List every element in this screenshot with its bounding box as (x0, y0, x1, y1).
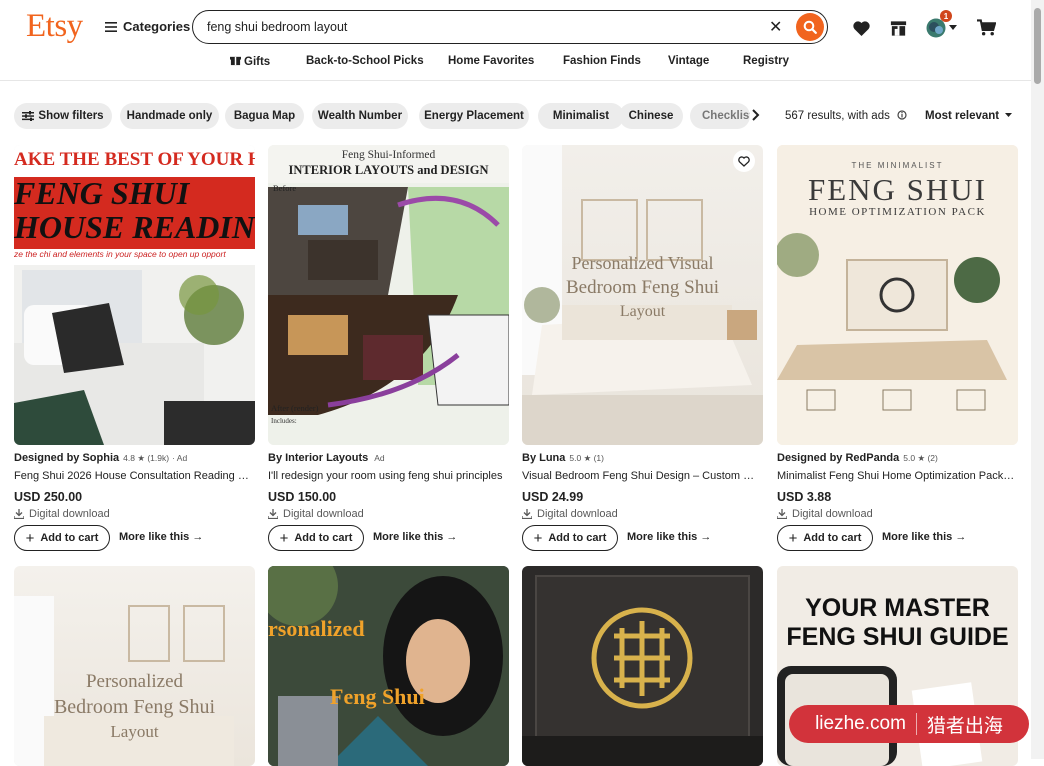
digital-download-label: Digital download (777, 508, 873, 520)
gift-icon (230, 56, 241, 66)
add-to-cart-button[interactable]: + Add to cart (14, 525, 110, 551)
scrollbar-thumb[interactable] (1034, 8, 1041, 84)
more-like-this-link[interactable]: More like this → (627, 531, 711, 543)
search-icon (803, 20, 817, 34)
listing-image[interactable] (522, 566, 763, 766)
sliders-icon (22, 111, 35, 121)
more-like-this-link[interactable]: More like this → (119, 531, 203, 543)
nav-fashion-finds[interactable]: Fashion Finds (563, 55, 641, 67)
listing-card[interactable]: AKE THE BEST OF YOUR HO FENG SHUI HOUSE … (14, 145, 255, 551)
show-filters-button[interactable]: Show filters (14, 103, 112, 129)
search-input[interactable]: feng shui bedroom layout (207, 20, 347, 34)
listing-title[interactable]: Feng Shui 2026 House Consultation Readin… (14, 470, 254, 482)
nav-vintage[interactable]: Vintage (668, 55, 709, 67)
chip-wealth-number[interactable]: Wealth Number (312, 103, 408, 129)
results-count: 567 results, with ads (785, 110, 907, 122)
menu-icon (105, 21, 117, 32)
listing-card[interactable] (522, 566, 763, 766)
listing-card[interactable]: Personalized Visual Bedroom Feng Shui La… (522, 145, 763, 551)
chip-minimalist[interactable]: Minimalist (538, 103, 624, 129)
etsy-logo[interactable]: Etsy (26, 8, 83, 45)
listing-price: USD 150.00 (268, 490, 337, 504)
nav-back-to-school[interactable]: Back-to-School Picks (306, 55, 424, 67)
search-button[interactable] (796, 13, 824, 41)
download-icon (777, 509, 787, 519)
listing-image[interactable]: Feng Shui-Informed INTERIOR LAYOUTS and … (268, 145, 509, 445)
sort-dropdown[interactable]: Most relevant (925, 110, 1013, 122)
chips-scroll-right-icon[interactable] (750, 108, 760, 127)
caret-down-icon (1005, 113, 1013, 117)
seller-name: Designed by Sophia 4.8 ★ (1.9k) · Ad (14, 452, 188, 464)
nav-home-favorites[interactable]: Home Favorites (448, 55, 534, 67)
chip-checklist[interactable]: Checklist (690, 103, 750, 129)
listing-image[interactable]: THE MINIMALIST FENG SHUI HOME OPTIMIZATI… (777, 145, 1018, 445)
listing-title[interactable]: I'll redesign your room using feng shui … (268, 470, 508, 482)
seller-name: By Luna 5.0 ★ (1) (522, 452, 604, 464)
download-icon (522, 509, 532, 519)
nav-registry[interactable]: Registry (743, 55, 789, 67)
categories-button[interactable]: Categories (105, 19, 190, 34)
gift-shop-icon[interactable] (887, 17, 909, 39)
listing-price: USD 3.88 (777, 490, 832, 504)
add-to-cart-button[interactable]: + Add to cart (522, 525, 618, 551)
listing-image[interactable]: Personalized Visual Bedroom Feng Shui La… (522, 145, 763, 445)
chip-bagua-map[interactable]: Bagua Map (225, 103, 304, 129)
listing-image[interactable]: AKE THE BEST OF YOUR HO FENG SHUI HOUSE … (14, 145, 255, 445)
seller-name: Designed by RedPanda 5.0 ★ (2) (777, 452, 938, 464)
digital-download-label: Digital download (522, 508, 618, 520)
chip-chinese[interactable]: Chinese (619, 103, 683, 129)
listing-price: USD 24.99 (522, 490, 584, 504)
add-to-cart-button[interactable]: + Add to cart (777, 525, 873, 551)
chevron-down-icon (948, 25, 957, 30)
info-icon[interactable] (897, 110, 907, 120)
listing-price: USD 250.00 (14, 490, 83, 504)
digital-download-label: Digital download (268, 508, 364, 520)
more-like-this-link[interactable]: More like this → (882, 531, 966, 543)
favorites-heart-icon[interactable] (850, 17, 872, 39)
search-bar: feng shui bedroom layout ✕ (192, 10, 828, 44)
categories-label: Categories (123, 19, 191, 34)
watermark-badge: liezhe.com 猎者出海 (789, 705, 1029, 743)
cart-icon[interactable] (975, 17, 997, 39)
listing-card[interactable]: rsonalized Feng Shui (268, 566, 509, 766)
listing-title[interactable]: Visual Bedroom Feng Shui Design – Custom… (522, 470, 762, 482)
site-header: Etsy Categories feng shui bedroom layout… (0, 0, 1031, 81)
download-icon (268, 509, 278, 519)
listing-title[interactable]: Minimalist Feng Shui Home Optimization P… (777, 470, 1017, 482)
favorite-heart-icon[interactable] (733, 150, 755, 172)
listing-image[interactable]: Personalized Bedroom Feng Shui Layout (14, 566, 255, 766)
add-to-cart-button[interactable]: + Add to cart (268, 525, 364, 551)
nav-gifts[interactable]: Gifts (230, 55, 270, 68)
chip-handmade-only[interactable]: Handmade only (120, 103, 219, 129)
more-like-this-link[interactable]: More like this → (373, 531, 457, 543)
listing-image[interactable]: rsonalized Feng Shui (268, 566, 509, 766)
chip-energy-placement[interactable]: Energy Placement (419, 103, 529, 129)
page-scrollbar[interactable] (1031, 0, 1044, 759)
listing-card[interactable]: Feng Shui-Informed INTERIOR LAYOUTS and … (268, 145, 509, 551)
notification-badge: 1 (940, 10, 952, 22)
clear-search-icon[interactable]: ✕ (769, 17, 782, 37)
digital-download-label: Digital download (14, 508, 110, 520)
listing-card[interactable]: THE MINIMALIST FENG SHUI HOME OPTIMIZATI… (777, 145, 1018, 551)
download-icon (14, 509, 24, 519)
listing-card[interactable]: Personalized Bedroom Feng Shui Layout (14, 566, 255, 766)
seller-name: By Interior Layouts Ad (268, 452, 385, 464)
